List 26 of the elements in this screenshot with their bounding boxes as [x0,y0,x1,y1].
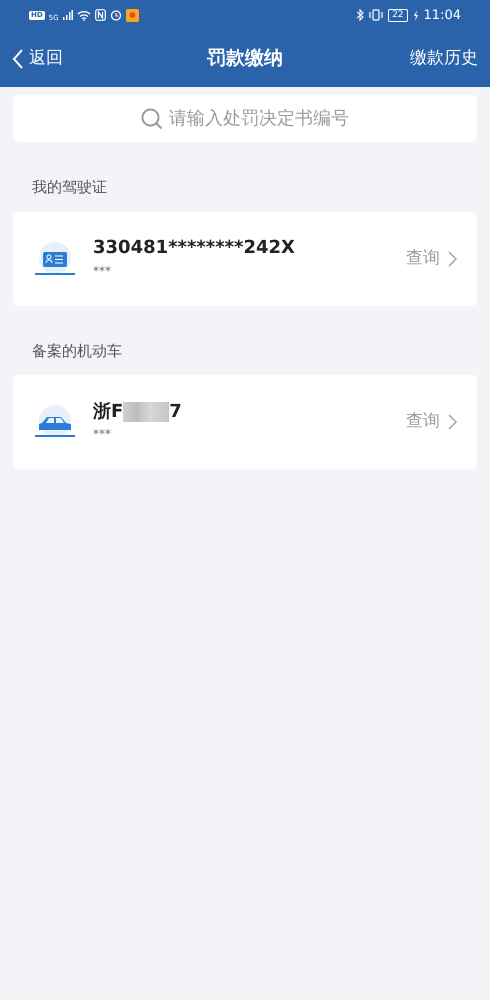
battery-level: 22 [388,8,408,22]
signal-icon [62,10,73,20]
record-title-end: 7 [169,400,182,424]
record-title: 330481********242X [93,237,295,260]
wifi-icon [76,10,91,20]
history-button[interactable]: 缴款历史 [410,46,478,72]
record-subtitle: *** [93,426,112,444]
section-label: 我的驾驶证 [31,177,108,198]
alarm-icon [110,9,122,21]
nfc-icon [94,9,106,21]
clock-time: 11:04 [424,8,461,22]
chevron-right-icon [448,414,457,430]
charging-icon [412,10,419,20]
back-button[interactable]: 返回 [12,46,63,72]
record-card[interactable]: 330481********242X *** 查询 [13,212,477,306]
page-title: 罚款缴纳 [207,46,283,72]
back-chevron-icon [12,48,23,68]
record-title: 浙F [93,400,124,424]
record-subtitle: *** [93,262,112,280]
search-icon [141,108,163,130]
app-icon [126,8,139,22]
record-card[interactable]: 浙F 7 *** 查询 [13,375,477,469]
vibrate-icon [369,9,384,21]
chevron-right-icon [448,250,457,266]
bluetooth-icon [356,9,364,21]
section-label: 备案的机动车 [31,340,123,362]
